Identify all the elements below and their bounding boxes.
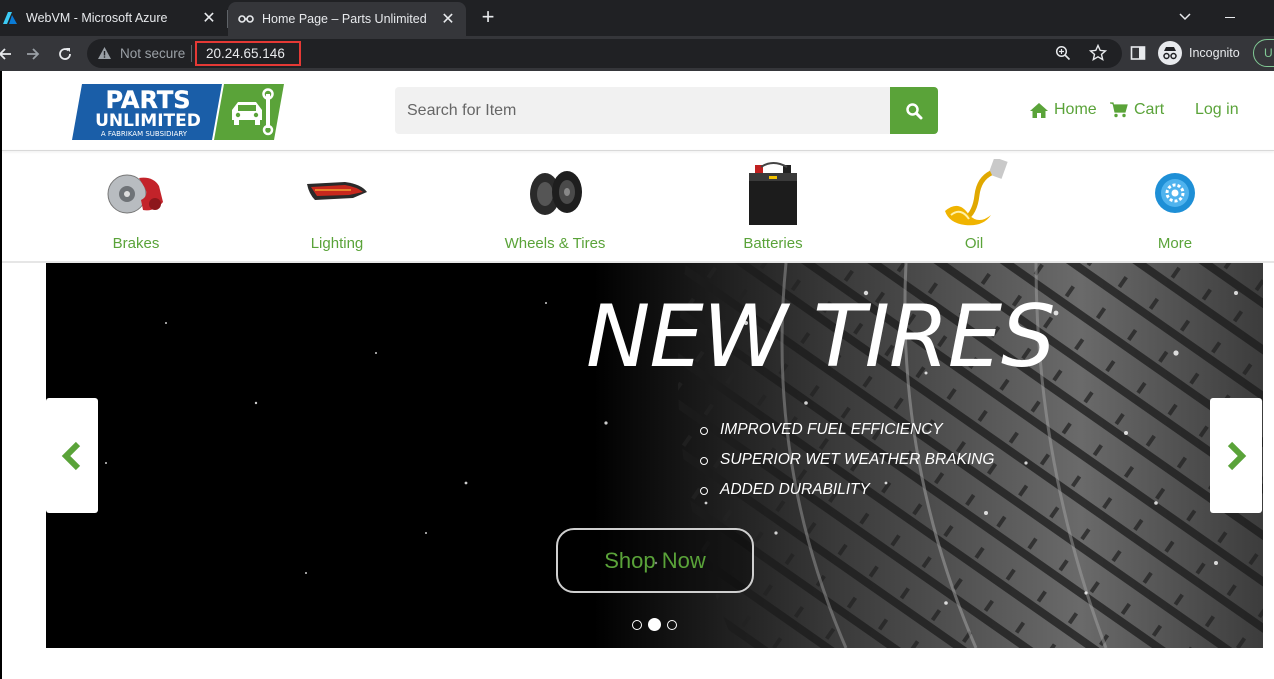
- website-content: PARTS UNLIMITED A FABRIKAM SUBSIDIARY Se…: [0, 71, 1274, 679]
- incognito-indicator[interactable]: Incognito: [1158, 41, 1240, 65]
- new-tab-button[interactable]: +: [476, 6, 500, 30]
- browser-tab-webvm[interactable]: WebVM - Microsoft Azure ✕: [0, 0, 227, 36]
- nav-home-link[interactable]: Home: [1030, 101, 1097, 119]
- side-panel-icon[interactable]: [1130, 45, 1146, 66]
- category-label: Wheels & Tires: [504, 235, 606, 252]
- zoom-icon[interactable]: [1055, 45, 1071, 66]
- tires-icon: [480, 159, 630, 227]
- url-text[interactable]: 20.24.65.146: [195, 41, 301, 66]
- hero-carousel: NEW TIRES IMPROVED FUEL EFFICIENCY SUPER…: [46, 263, 1263, 648]
- tab-title: WebVM - Microsoft Azure: [26, 11, 168, 25]
- category-label: Batteries: [743, 235, 803, 252]
- category-wheels-tires[interactable]: Wheels & Tires: [480, 159, 630, 252]
- category-oil[interactable]: Oil: [899, 159, 1049, 252]
- azure-icon: [2, 10, 18, 26]
- tab-title: Home Page – Parts Unlimited: [262, 12, 427, 26]
- carousel-dot-active[interactable]: [648, 618, 661, 631]
- feature-item: ADDED DURABILITY: [700, 481, 994, 511]
- chevron-right-icon: [1227, 441, 1247, 470]
- carousel-next-button[interactable]: [1210, 398, 1262, 513]
- category-more[interactable]: More: [1100, 159, 1250, 252]
- chevron-left-icon: [61, 441, 81, 470]
- category-batteries[interactable]: Batteries: [698, 159, 848, 252]
- category-brakes[interactable]: Brakes: [61, 159, 211, 252]
- back-icon[interactable]: [0, 43, 16, 65]
- category-label: More: [1157, 235, 1193, 252]
- home-icon: [1030, 102, 1048, 118]
- divider: [191, 45, 192, 62]
- browser-toolbar: Not secure 20.24.65.146 Incognito U: [0, 36, 1274, 71]
- brake-disc-icon: [61, 159, 211, 227]
- security-label[interactable]: Not secure: [120, 46, 185, 61]
- category-label: Brakes: [112, 235, 160, 252]
- warning-icon[interactable]: [97, 46, 112, 65]
- shop-now-button[interactable]: Shop Now: [556, 528, 754, 593]
- incognito-icon: [1158, 41, 1182, 65]
- minimize-icon[interactable]: [1225, 17, 1235, 18]
- category-label: Lighting: [310, 235, 364, 252]
- battery-icon: [698, 159, 848, 227]
- carousel-dot[interactable]: [667, 619, 677, 630]
- reload-icon[interactable]: [54, 43, 76, 65]
- carousel-indicators: [632, 618, 683, 631]
- more-gear-icon: [1100, 159, 1250, 227]
- oil-pour-icon: [899, 159, 1049, 227]
- browser-tab-bar: WebVM - Microsoft Azure ✕ Home Page – Pa…: [0, 0, 1274, 36]
- close-icon[interactable]: ✕: [438, 9, 458, 29]
- close-icon[interactable]: ✕: [199, 8, 219, 28]
- nav-cart-label: Cart: [1134, 101, 1165, 118]
- logo-tagline: A FABRIKAM SUBSIDIARY: [101, 130, 188, 138]
- nav-cart-link[interactable]: Cart: [1110, 101, 1164, 119]
- feature-list: IMPROVED FUEL EFFICIENCY SUPERIOR WET WE…: [700, 421, 994, 511]
- logo-line2: UNLIMITED: [95, 111, 201, 131]
- search-icon: [906, 102, 923, 119]
- carousel-prev-button[interactable]: [46, 398, 98, 513]
- bookmark-star-icon[interactable]: [1088, 43, 1108, 67]
- logo-line1: PARTS: [105, 86, 190, 114]
- feature-item: IMPROVED FUEL EFFICIENCY: [700, 421, 994, 451]
- category-label: Oil: [964, 235, 984, 252]
- search-bar: [395, 87, 938, 134]
- incognito-tab-icon: [238, 11, 254, 27]
- parts-unlimited-logo[interactable]: PARTS UNLIMITED A FABRIKAM SUBSIDIARY: [72, 84, 284, 140]
- header-divider: [2, 150, 1274, 151]
- nav-home-label: Home: [1054, 101, 1097, 118]
- nav-login-label: Log in: [1195, 101, 1239, 118]
- forward-icon[interactable]: [22, 43, 44, 65]
- tail-light-icon: [262, 159, 412, 227]
- search-input[interactable]: [395, 87, 890, 134]
- browser-tab-parts-unlimited[interactable]: Home Page – Parts Unlimited ✕: [228, 2, 466, 36]
- incognito-label: Incognito: [1189, 46, 1240, 60]
- search-button[interactable]: [890, 87, 938, 134]
- tab-search-icon[interactable]: [1175, 6, 1195, 26]
- carousel-dot[interactable]: [632, 619, 642, 630]
- category-lighting[interactable]: Lighting: [262, 159, 412, 252]
- address-bar[interactable]: Not secure 20.24.65.146: [87, 39, 1122, 68]
- update-button[interactable]: U: [1253, 39, 1274, 67]
- nav-login-link[interactable]: Log in: [1195, 101, 1239, 119]
- hero-title: NEW TIRES: [586, 287, 1056, 387]
- feature-item: SUPERIOR WET WEATHER BRAKING: [700, 451, 994, 481]
- cart-icon: [1110, 102, 1128, 118]
